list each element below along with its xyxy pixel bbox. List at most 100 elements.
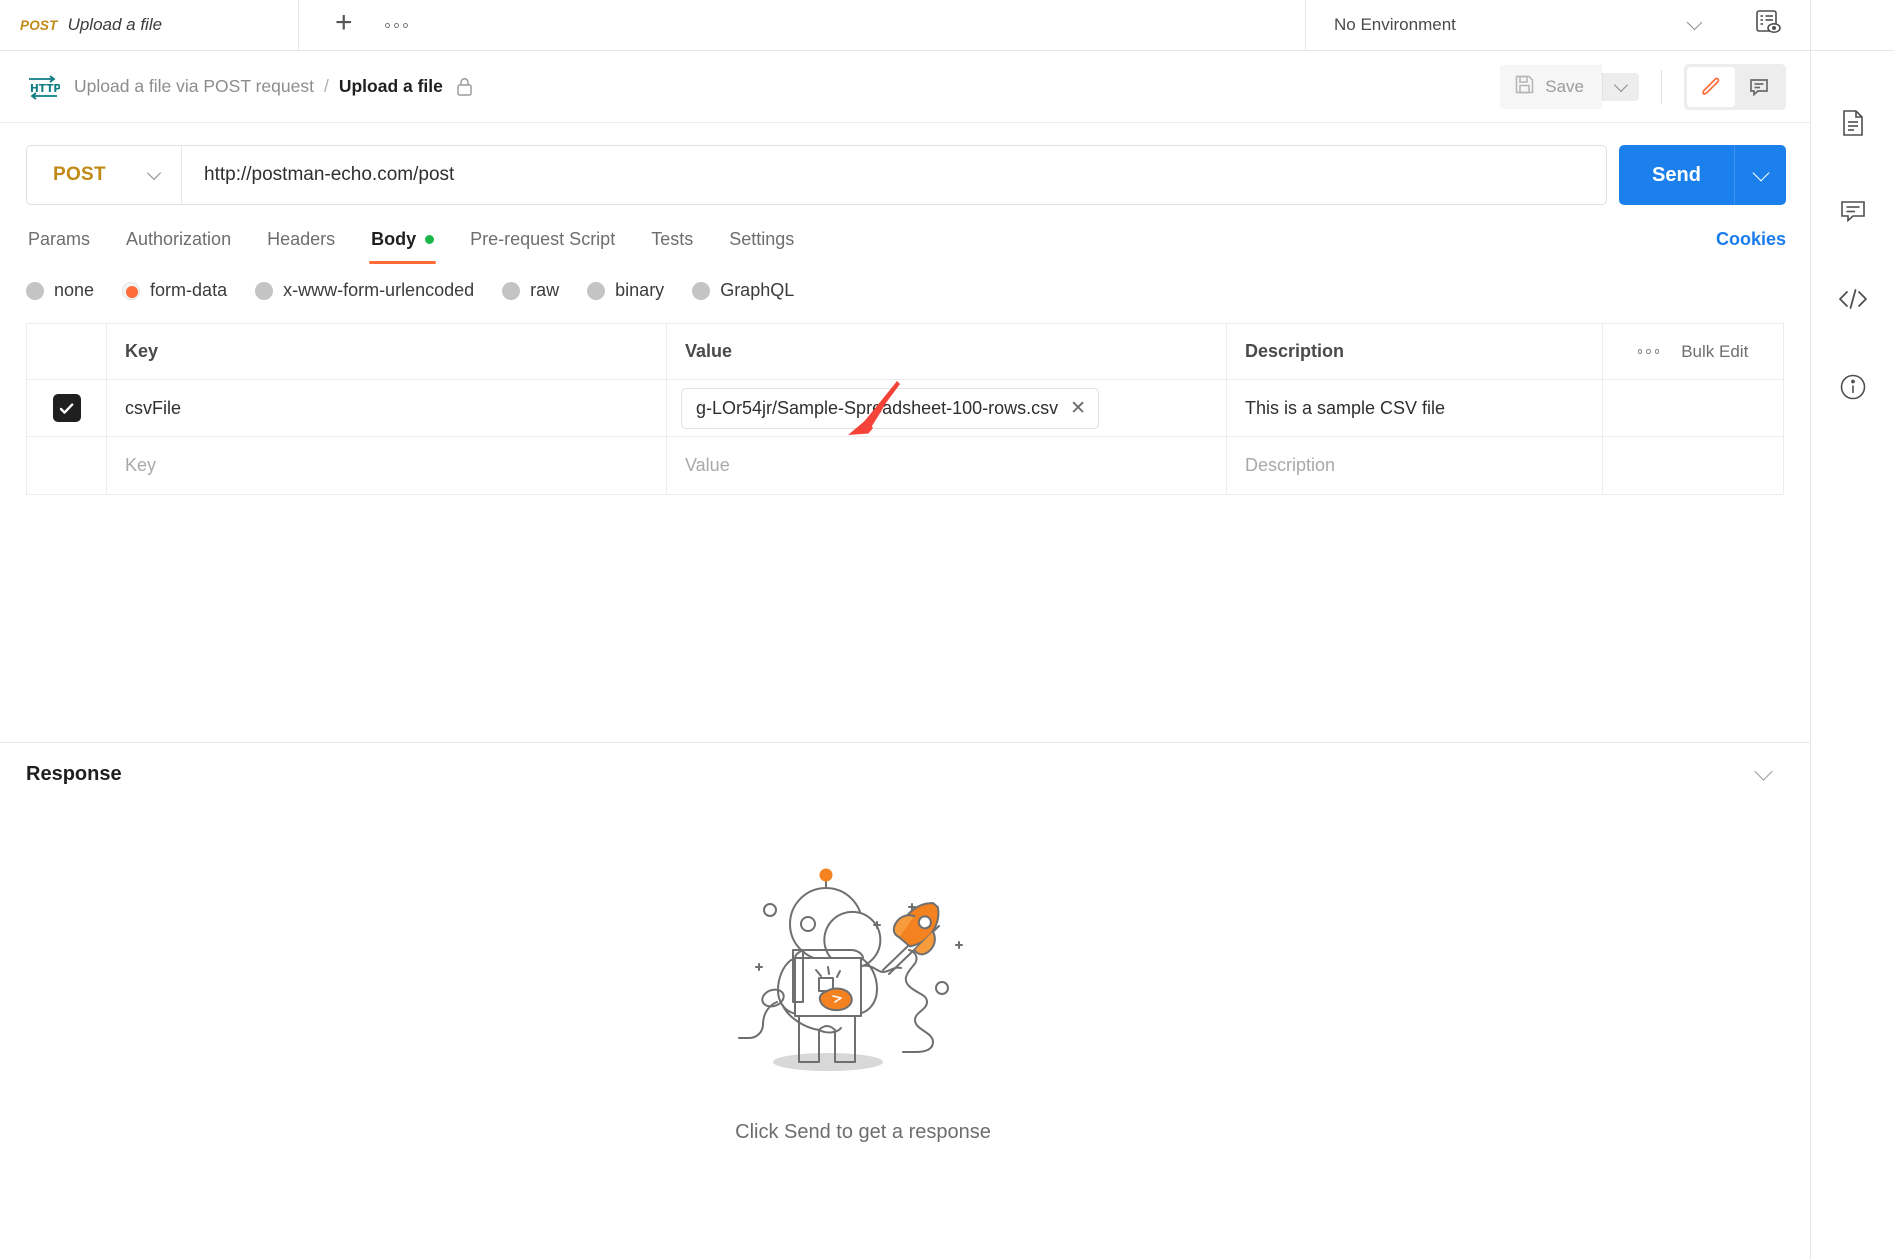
environment-selector[interactable]: No Environment xyxy=(1334,14,1703,35)
radio-selected-icon xyxy=(122,281,141,300)
lock-icon xyxy=(455,76,474,97)
url-bar: POST xyxy=(26,145,1607,205)
info-icon[interactable] xyxy=(1811,343,1894,431)
table-options-icon[interactable] xyxy=(1637,349,1660,354)
request-tab-upload-a-file[interactable]: POST Upload a file xyxy=(0,0,299,50)
http-method-selector[interactable]: POST xyxy=(27,146,182,204)
placeholder-description-label: Description xyxy=(1245,455,1336,475)
code-snippet-icon[interactable] xyxy=(1811,255,1894,343)
comments-icon[interactable] xyxy=(1811,167,1894,255)
environment-area: No Environment xyxy=(1306,0,1726,50)
url-bar-row: POST Send xyxy=(0,123,1810,205)
main-column: POST Upload a file + No Environment HTTP… xyxy=(0,0,1810,1259)
breadcrumb-request: Upload a file xyxy=(338,76,443,96)
tab-headers[interactable]: Headers xyxy=(265,223,337,264)
radio-icon xyxy=(26,281,44,300)
response-title: Response xyxy=(26,762,122,785)
row-value-cell: g-LOr54jr/Sample-Spreadsheet-100-rows.cs… xyxy=(667,380,1227,436)
http-method-label: POST xyxy=(53,164,106,185)
view-toggle-group xyxy=(1684,63,1786,110)
row-checkbox-cell xyxy=(27,380,107,436)
tab-tests-label: Tests xyxy=(651,229,694,249)
row-actions-cell xyxy=(1603,380,1783,436)
body-type-form-data-label: form-data xyxy=(150,280,228,300)
chevron-down-icon xyxy=(1752,164,1769,181)
http-protocol-icon: HTTP xyxy=(26,72,60,102)
body-type-form-data[interactable]: form-data xyxy=(122,280,227,301)
tab-body-label: Body xyxy=(371,229,417,249)
header-value-cell: Value xyxy=(667,324,1227,379)
tab-pre-request-script[interactable]: Pre-request Script xyxy=(468,223,617,264)
new-tab-icon[interactable]: + xyxy=(335,8,353,42)
header-value-label: Value xyxy=(685,341,733,361)
comment-mode-button[interactable] xyxy=(1735,67,1783,107)
row-description-value: This is a sample CSV file xyxy=(1245,397,1446,418)
placeholder-description-cell[interactable]: Description xyxy=(1227,437,1603,494)
radio-icon xyxy=(502,281,521,300)
body-type-raw[interactable]: raw xyxy=(502,280,559,301)
tab-strip: POST Upload a file + No Environment xyxy=(0,0,1810,51)
remove-file-icon[interactable]: ✕ xyxy=(1070,399,1086,418)
environment-quick-look-slot xyxy=(1726,0,1810,50)
save-options-button[interactable] xyxy=(1602,72,1639,101)
tab-params[interactable]: Params xyxy=(26,223,92,264)
placeholder-value-cell[interactable]: Value xyxy=(667,437,1227,494)
save-button-group: Save xyxy=(1500,64,1639,109)
url-input[interactable] xyxy=(182,146,1606,204)
header-key-label: Key xyxy=(125,341,159,361)
tab-settings-label: Settings xyxy=(729,229,795,249)
tab-params-label: Params xyxy=(28,229,91,249)
body-modified-dot-icon xyxy=(425,235,435,244)
response-collapse-chevron-icon[interactable] xyxy=(1754,761,1773,781)
table-row: csvFile g-LOr54jr/Sample-Spreadsheet-100… xyxy=(27,380,1783,437)
save-button[interactable]: Save xyxy=(1500,64,1602,109)
breadcrumb-separator: / xyxy=(323,76,329,96)
placeholder-key-label: Key xyxy=(125,455,157,475)
bulk-edit-button[interactable]: Bulk Edit xyxy=(1681,342,1748,362)
row-enabled-checkbox[interactable] xyxy=(52,394,81,422)
body-type-x-www-form-urlencoded[interactable]: x-www-form-urlencoded xyxy=(255,280,474,301)
request-tabs-row: Params Authorization Headers Body Pre-re… xyxy=(0,205,1810,264)
send-options-button[interactable] xyxy=(1734,145,1786,205)
chevron-down-icon xyxy=(1613,77,1629,92)
tab-settings[interactable]: Settings xyxy=(727,223,796,264)
body-type-raw-label: raw xyxy=(530,280,560,300)
tab-options-icon[interactable] xyxy=(384,22,408,28)
response-empty-message: Click Send to get a response xyxy=(735,1121,991,1143)
row-description-cell[interactable]: This is a sample CSV file xyxy=(1227,380,1603,436)
body-type-graphql[interactable]: GraphQL xyxy=(692,280,794,301)
file-chip[interactable]: g-LOr54jr/Sample-Spreadsheet-100-rows.cs… xyxy=(681,387,1100,429)
body-type-urlencoded-label: x-www-form-urlencoded xyxy=(283,280,475,300)
radio-icon xyxy=(692,281,711,300)
body-type-binary[interactable]: binary xyxy=(587,280,664,301)
send-button[interactable]: Send xyxy=(1619,145,1734,205)
environment-selected-label: No Environment xyxy=(1334,15,1456,34)
request-tab-method: POST xyxy=(20,17,58,33)
request-tabs: Params Authorization Headers Body Pre-re… xyxy=(26,223,1716,264)
table-actions-cell: Bulk Edit xyxy=(1603,324,1783,379)
header-key-cell: Key xyxy=(107,324,667,379)
environment-quick-look-icon[interactable] xyxy=(1753,8,1783,43)
body-type-none[interactable]: none xyxy=(26,280,94,301)
response-header: Response xyxy=(0,743,1810,805)
tab-body[interactable]: Body xyxy=(369,223,437,264)
body-type-graphql-label: GraphQL xyxy=(720,280,795,300)
save-button-label: Save xyxy=(1545,76,1584,96)
breadcrumb-collection[interactable]: Upload a file via POST request xyxy=(74,76,314,97)
tab-authorization[interactable]: Authorization xyxy=(124,223,233,264)
documentation-icon[interactable] xyxy=(1811,79,1894,167)
toolbar-divider xyxy=(1661,69,1662,104)
chevron-down-icon xyxy=(146,165,162,180)
row-key-cell[interactable]: csvFile xyxy=(107,380,667,436)
save-icon xyxy=(1514,74,1535,100)
edit-mode-button[interactable] xyxy=(1687,66,1735,107)
cookies-link[interactable]: Cookies xyxy=(1716,229,1786,264)
tab-pre-request-script-label: Pre-request Script xyxy=(470,229,616,249)
tab-tests[interactable]: Tests xyxy=(649,223,695,264)
table-placeholder-row: Key Value Description xyxy=(27,437,1783,494)
request-tab-name: Upload a file xyxy=(67,15,163,34)
placeholder-key-cell[interactable]: Key xyxy=(107,437,667,494)
radio-icon xyxy=(255,281,274,300)
astronaut-illustration xyxy=(713,840,1013,1095)
table-header-row: Key Value Description Bulk Edit xyxy=(27,324,1783,380)
